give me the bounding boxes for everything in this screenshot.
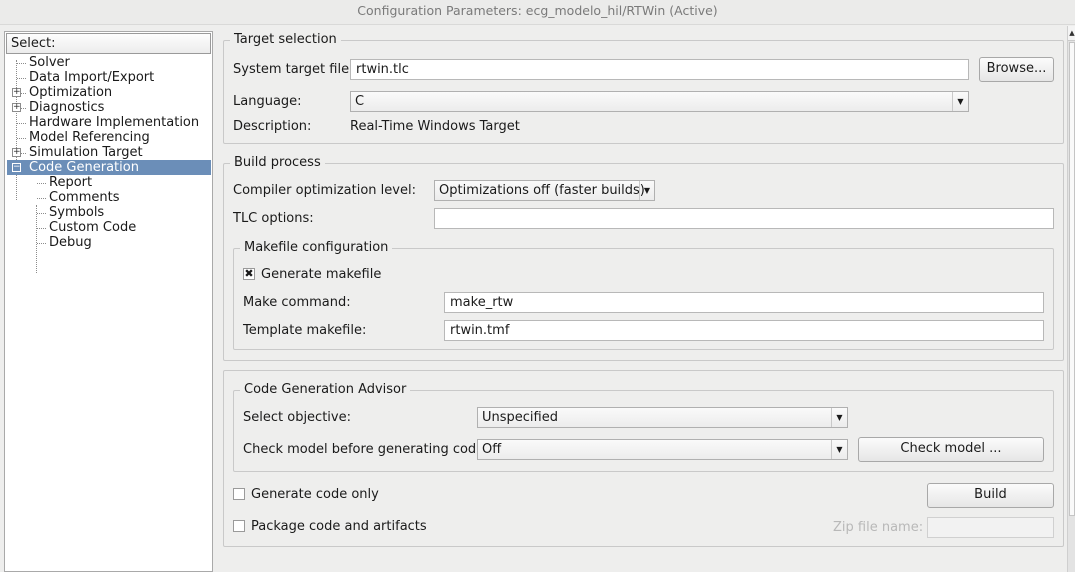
tree-guide-line <box>16 60 17 200</box>
tree-item-data-import-export[interactable]: Data Import/Export <box>29 70 154 85</box>
tree-item-diagnostics[interactable]: Diagnostics <box>29 100 104 115</box>
compiler-optimization-value: Optimizations off (faster builds) <box>439 183 645 198</box>
scrollbar-thumb[interactable] <box>1069 42 1075 516</box>
check-model-select[interactable]: Off ▼ <box>477 439 848 460</box>
tree-item-symbols[interactable]: Symbols <box>49 205 104 220</box>
make-command-input[interactable]: make_rtw <box>444 292 1044 313</box>
expand-plus-icon[interactable]: + <box>12 148 21 157</box>
check-model-value: Off <box>482 442 502 457</box>
description-value: Real-Time Windows Target <box>350 119 520 134</box>
check-mark-icon: ✖ <box>244 267 254 280</box>
tree-header: Select: <box>6 33 211 54</box>
chevron-down-icon: ▼ <box>831 440 847 459</box>
zip-file-name-label: Zip file name: <box>833 520 924 535</box>
select-objective-select[interactable]: Unspecified ▼ <box>477 407 848 428</box>
tree-item-optimization[interactable]: Optimization <box>29 85 112 100</box>
browse-button[interactable]: Browse... <box>979 57 1054 82</box>
tree-connector <box>17 123 26 124</box>
build-button[interactable]: Build <box>927 483 1054 508</box>
tree-connector <box>17 78 26 79</box>
tree-guide-line <box>36 205 37 273</box>
tree-item-solver[interactable]: Solver <box>29 55 70 70</box>
tlc-options-input[interactable] <box>434 208 1054 229</box>
template-makefile-input[interactable]: rtwin.tmf <box>444 320 1044 341</box>
generate-makefile-checkbox[interactable]: ✖ <box>243 268 255 280</box>
collapse-minus-icon[interactable]: − <box>12 163 21 172</box>
tree-connector <box>37 198 46 199</box>
tree-connector <box>37 183 46 184</box>
window-title: Configuration Parameters: ecg_modelo_hil… <box>0 0 1075 25</box>
chevron-down-icon: ▼ <box>831 408 847 427</box>
generate-code-only-label[interactable]: Generate code only <box>251 487 379 503</box>
chevron-down-icon: ▼ <box>639 181 654 200</box>
tree-connector <box>17 138 26 139</box>
tree-item-custom-code[interactable]: Custom Code <box>49 220 136 235</box>
tree-item-report[interactable]: Report <box>49 175 92 190</box>
tree-item-hardware-implementation[interactable]: Hardware Implementation <box>29 115 199 130</box>
tree-item-comments[interactable]: Comments <box>49 190 119 205</box>
build-process-title: Build process <box>230 155 325 171</box>
tree-connector <box>37 243 46 244</box>
zip-file-name-input[interactable] <box>927 517 1054 538</box>
tree-item-model-referencing[interactable]: Model Referencing <box>29 130 150 145</box>
code-generation-advisor-title: Code Generation Advisor <box>240 382 411 398</box>
makefile-configuration-title: Makefile configuration <box>240 240 393 256</box>
language-select[interactable]: C ▼ <box>350 91 969 112</box>
tree-connector <box>17 63 26 64</box>
compiler-optimization-label: Compiler optimization level: <box>233 183 416 198</box>
tree-connector <box>37 213 46 214</box>
template-makefile-label: Template makefile: <box>243 323 367 338</box>
system-target-label: System target file: <box>233 62 354 77</box>
target-selection-title: Target selection <box>230 32 341 48</box>
select-objective-label: Select objective: <box>243 410 351 425</box>
package-code-checkbox[interactable] <box>233 520 245 532</box>
tree-connector <box>37 228 46 229</box>
description-label: Description: <box>233 119 312 134</box>
check-model-label: Check model before generating code: <box>243 442 489 457</box>
vertical-scrollbar[interactable]: ▲ <box>1067 26 1075 572</box>
tree-item-label: Code Generation <box>29 160 139 175</box>
chevron-down-icon: ▼ <box>952 92 968 111</box>
language-label: Language: <box>233 94 302 109</box>
system-target-input[interactable]: rtwin.tlc <box>350 59 969 80</box>
tree-item-code-generation[interactable]: Code Generation <box>7 160 211 175</box>
expand-plus-icon[interactable]: + <box>12 88 21 97</box>
scroll-up-arrow-icon[interactable]: ▲ <box>1068 26 1075 41</box>
category-tree[interactable]: Select: Solver Data Import/Export + Opti… <box>4 31 213 572</box>
check-model-button[interactable]: Check model ... <box>858 437 1044 462</box>
language-value: C <box>355 94 365 109</box>
make-command-label: Make command: <box>243 295 351 310</box>
expand-plus-icon[interactable]: + <box>12 103 21 112</box>
tlc-options-label: TLC options: <box>233 211 314 226</box>
tree-item-debug[interactable]: Debug <box>49 235 92 250</box>
select-objective-value: Unspecified <box>482 410 558 425</box>
tree-item-simulation-target[interactable]: Simulation Target <box>29 145 143 160</box>
package-code-label[interactable]: Package code and artifacts <box>251 519 427 535</box>
generate-makefile-label[interactable]: Generate makefile <box>261 267 381 283</box>
generate-code-only-checkbox[interactable] <box>233 488 245 500</box>
compiler-optimization-select[interactable]: Optimizations off (faster builds) ▼ <box>434 180 655 201</box>
